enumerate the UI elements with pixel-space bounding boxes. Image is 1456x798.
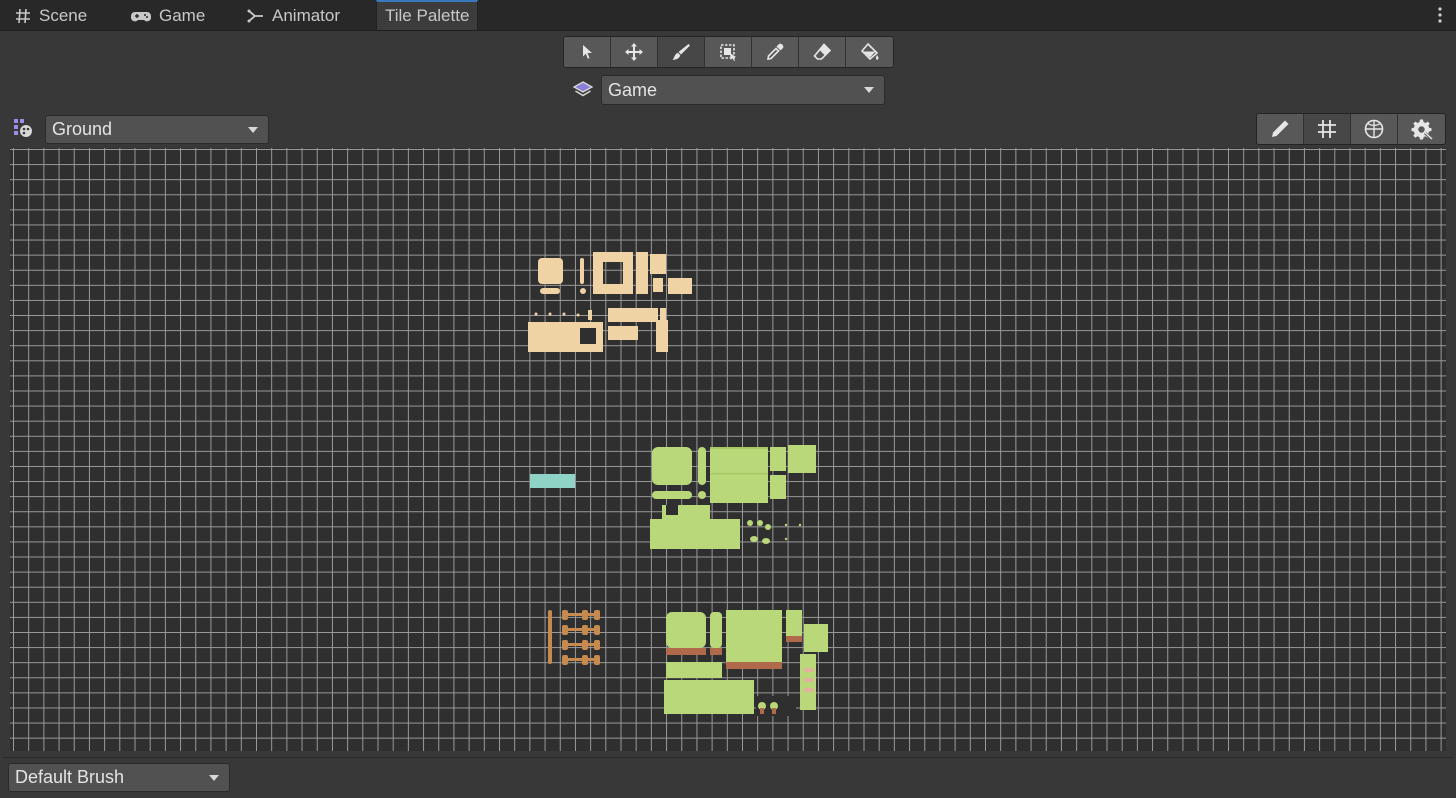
chevron-down-icon: [248, 126, 258, 133]
toggle-gizmos-button[interactable]: [1351, 114, 1398, 144]
hash-icon: [16, 8, 30, 23]
brush-dropdown[interactable]: Default Brush: [8, 763, 230, 792]
gizmo-icon: [1364, 119, 1384, 139]
tab-label: Game: [159, 5, 206, 25]
tile-palette-grid[interactable]: [10, 148, 1446, 751]
brush-value: Default Brush: [15, 767, 125, 787]
tab-tile-palette[interactable]: Tile Palette: [376, 0, 479, 30]
palette-value: Ground: [52, 119, 113, 139]
box-fill-tool-button[interactable]: [705, 37, 752, 67]
toggle-grid-button[interactable]: [1304, 114, 1351, 144]
eyedropper-icon: [767, 43, 784, 60]
edit-palette-button[interactable]: [1257, 114, 1304, 144]
picker-tool-button[interactable]: [752, 37, 799, 67]
pencil-icon: [1272, 120, 1289, 137]
grass-dirt-tileset[interactable]: [664, 608, 834, 716]
fence-tileset[interactable]: [546, 608, 606, 668]
palette-options-strip: [1256, 113, 1446, 145]
tab-animator[interactable]: Animator: [247, 1, 340, 30]
move-tool-button[interactable]: [611, 37, 658, 67]
tile-palette-window: Game Ground Default Brush: [2, 31, 1454, 797]
active-target-value: Game: [608, 79, 658, 100]
gear-icon: [1411, 119, 1433, 140]
chevron-down-icon: [864, 87, 874, 93]
tab-game[interactable]: Game: [130, 1, 205, 30]
gamepad-icon: [130, 11, 152, 21]
select-tool-button[interactable]: [564, 37, 611, 67]
box-fill-icon: [720, 44, 736, 61]
tab-label: Scene: [39, 5, 88, 25]
arrow-cursor-icon: [583, 45, 592, 59]
tab-label: Animator: [272, 5, 341, 25]
grass-tileset[interactable]: [650, 443, 820, 551]
tab-bar: Scene Game Animator Tile Palette: [0, 0, 1456, 31]
erase-tool-button[interactable]: [799, 37, 846, 67]
active-target-dropdown[interactable]: Game: [601, 75, 885, 105]
tab-label: Tile Palette: [385, 6, 470, 25]
move-arrows-icon: [625, 43, 643, 61]
sand-tileset[interactable]: [528, 248, 698, 356]
more-options-icon[interactable]: [1438, 6, 1442, 24]
palette-dropdown[interactable]: Ground: [45, 115, 269, 144]
tool-strip: [563, 36, 894, 68]
paint-bucket-icon: [860, 42, 878, 61]
layers-icon: [572, 81, 594, 97]
brush-bar: Default Brush: [2, 757, 1454, 797]
water-tile[interactable]: [530, 474, 575, 488]
palette-icon: [14, 119, 32, 137]
fill-tool-button[interactable]: [846, 37, 893, 67]
chevron-down-icon: [209, 774, 219, 781]
animator-icon: [247, 9, 263, 22]
eraser-icon: [813, 43, 832, 60]
paint-tool-button[interactable]: [658, 37, 705, 67]
brush-icon: [672, 44, 690, 60]
palette-settings-button[interactable]: [1398, 114, 1445, 144]
tab-scene[interactable]: Scene: [14, 1, 87, 30]
grid-icon: [1318, 120, 1336, 138]
